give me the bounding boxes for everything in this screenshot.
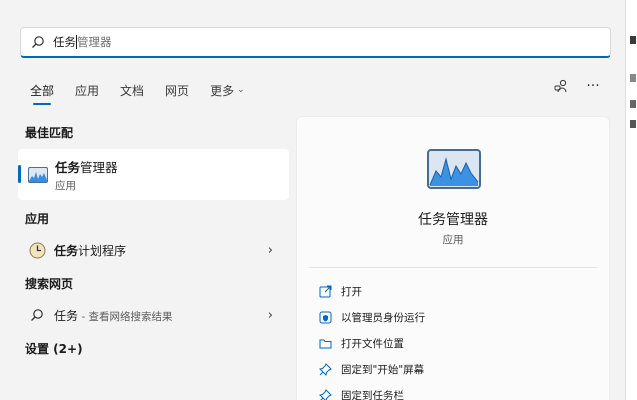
background-window-edge: [626, 0, 637, 400]
open-icon: [318, 284, 332, 298]
action-run-as-admin[interactable]: 以管理员身份运行: [318, 307, 425, 327]
divider: [309, 267, 597, 268]
action-pin-to-taskbar-label: 固定到任务栏: [341, 389, 404, 400]
detail-pane: 任务管理器 应用 打开 以管理员身份运行 打开文件位置 固定到"开始"屏幕 固定…: [296, 116, 610, 400]
background-glyph: [630, 74, 636, 82]
action-pin-to-taskbar[interactable]: 固定到任务栏: [318, 385, 404, 400]
action-open-file-location-label: 打开文件位置: [341, 337, 404, 350]
folder-icon: [318, 336, 332, 350]
search-input[interactable]: 任务 管理器: [53, 34, 112, 50]
background-glyph: [630, 36, 636, 44]
filter-tabs: 全部 应用 文档 网页 更多 ⌄: [30, 79, 266, 105]
tab-apps-label: 应用: [75, 83, 100, 98]
app-result-label: 任务计划程序: [54, 243, 127, 258]
search-typed-text: 任务: [53, 35, 76, 49]
tab-web[interactable]: 网页: [165, 79, 189, 101]
best-match-subtitle: 应用: [55, 179, 76, 192]
section-web: 搜索网页: [25, 277, 74, 291]
tab-all-label: 全部: [30, 83, 55, 98]
section-settings[interactable]: 设置 (2+): [25, 340, 83, 357]
detail-app-name: 任务管理器: [418, 212, 488, 228]
pin-icon: [318, 388, 332, 400]
action-open[interactable]: 打开: [318, 281, 362, 301]
web-result-item[interactable]: 任务 - 查看网络搜索结果 ›: [18, 300, 289, 330]
action-run-as-admin-label: 以管理员身份运行: [341, 311, 425, 324]
best-match-text: 任务管理器 应用: [55, 157, 118, 193]
action-pin-to-start-label: 固定到"开始"屏幕: [341, 363, 425, 376]
best-match-name: 任务管理器: [55, 159, 118, 175]
search-panel: 任务 管理器 全部 应用 文档 网页 更多 ⌄ ··· 最佳匹配 任务管理器 应用…: [0, 0, 626, 400]
account-switch-icon[interactable]: [553, 78, 569, 94]
chevron-down-icon: ⌄: [237, 85, 245, 95]
chevron-right-icon[interactable]: ›: [268, 308, 273, 323]
tab-more[interactable]: 更多 ⌄: [210, 79, 245, 101]
section-apps: 应用: [25, 212, 50, 226]
task-scheduler-icon: [28, 241, 46, 259]
detail-app-type: 应用: [442, 234, 464, 246]
background-glyph: [630, 100, 636, 108]
selection-indicator: [18, 165, 21, 183]
background-glyph: [630, 120, 636, 128]
tab-documents-label: 文档: [120, 83, 145, 98]
tab-documents[interactable]: 文档: [120, 79, 144, 101]
web-result-label: 任务 - 查看网络搜索结果: [54, 308, 173, 323]
tab-more-label: 更多: [210, 83, 235, 98]
action-open-label: 打开: [341, 285, 362, 298]
app-result-task-scheduler[interactable]: 任务计划程序 ›: [18, 235, 289, 265]
search-icon: [28, 306, 46, 324]
section-best-match: 最佳匹配: [25, 126, 74, 140]
search-autocomplete-text: 管理器: [77, 35, 112, 49]
best-match-item[interactable]: 任务管理器 应用: [18, 149, 289, 200]
tab-web-label: 网页: [165, 83, 190, 98]
top-right-icons: ···: [553, 78, 601, 94]
tab-all[interactable]: 全部: [30, 79, 55, 105]
action-pin-to-start[interactable]: 固定到"开始"屏幕: [318, 359, 424, 379]
admin-shield-icon: [318, 310, 332, 324]
search-icon: [32, 36, 44, 48]
more-options-icon[interactable]: ···: [585, 78, 601, 94]
tab-apps[interactable]: 应用: [75, 79, 99, 101]
task-manager-icon: [28, 166, 48, 183]
task-manager-icon: [427, 149, 481, 189]
action-open-file-location[interactable]: 打开文件位置: [318, 333, 404, 353]
chevron-right-icon[interactable]: ›: [268, 243, 273, 258]
search-box[interactable]: 任务 管理器: [20, 27, 611, 58]
pin-icon: [318, 362, 332, 376]
